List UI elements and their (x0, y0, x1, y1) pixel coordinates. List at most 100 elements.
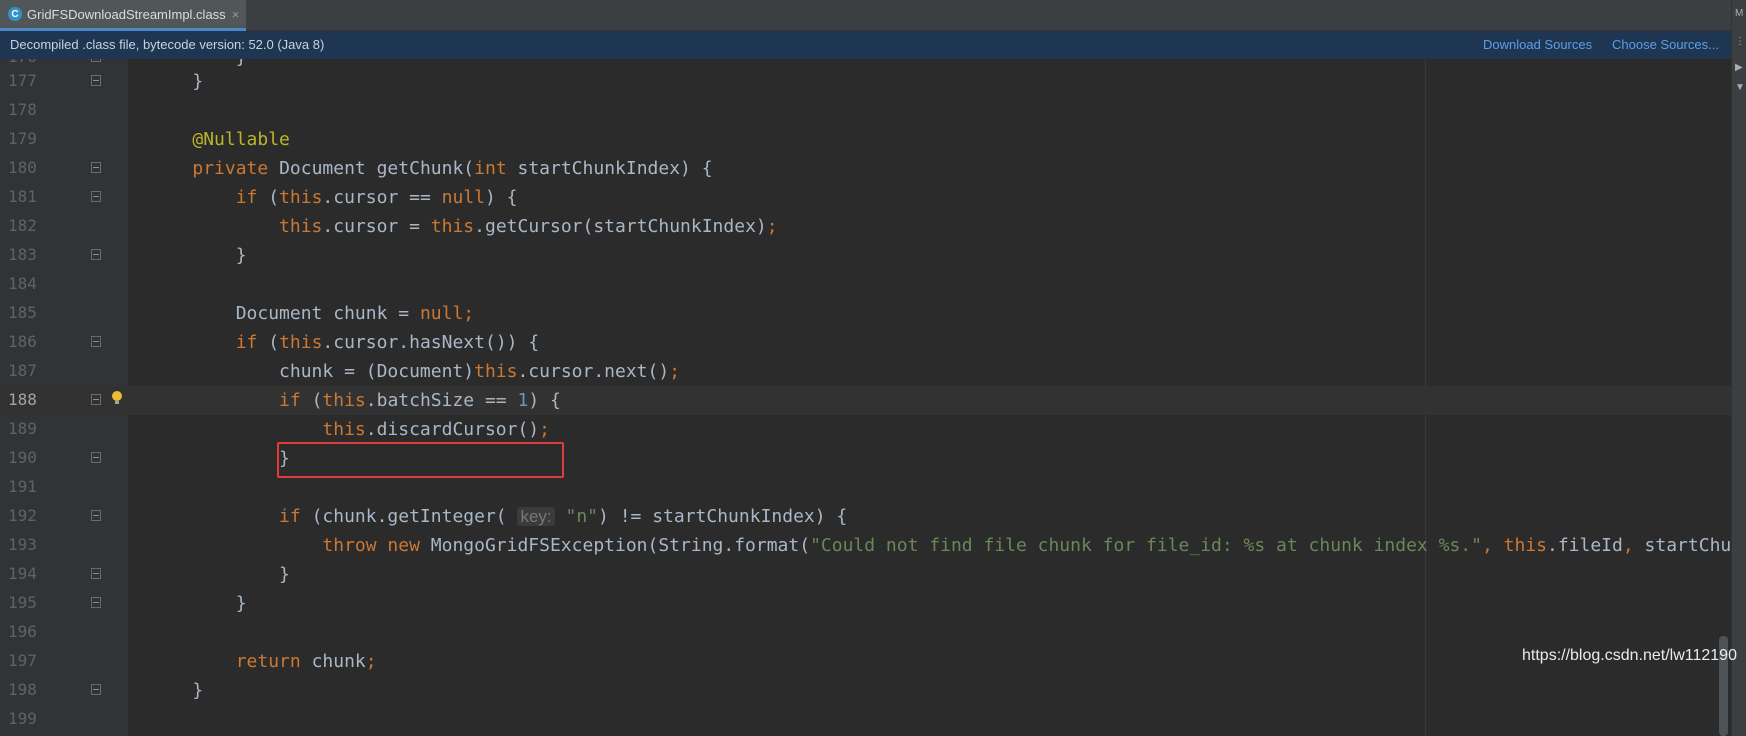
fold-marker-icon[interactable] (91, 684, 101, 695)
code-token: 1 (517, 390, 529, 411)
decompiled-notice-banner: Decompiled .class file, bytecode version… (0, 31, 1746, 59)
download-sources-link[interactable]: Download Sources (1483, 37, 1592, 52)
code-line[interactable]: 186 if (this.cursor.hasNext()) { (0, 328, 1731, 357)
code-text: if (this.batchSize == 1) { (149, 390, 561, 411)
code-token: } (149, 564, 290, 585)
fold-marker-icon[interactable] (91, 394, 101, 405)
code-line[interactable]: 187 chunk = (Document)this.cursor.next()… (0, 357, 1731, 386)
code-line[interactable]: 185 Document chunk = null; (0, 299, 1731, 328)
code-token: .batchSize == (365, 390, 518, 411)
code-line[interactable]: 190 } (0, 444, 1731, 473)
code-editor[interactable]: 176 }177 }178179 @Nullable180 private Do… (0, 59, 1731, 736)
code-token: null (441, 187, 485, 208)
code-line[interactable]: 196 (0, 618, 1731, 647)
code-token: ( (268, 187, 280, 208)
code-line[interactable]: 193 throw new MongoGridFSException(Strin… (0, 531, 1731, 560)
fold-marker-icon[interactable] (91, 191, 101, 202)
code-line[interactable]: 194 } (0, 560, 1731, 589)
line-number: 183 (8, 245, 37, 264)
code-text: this.discardCursor(); (149, 419, 550, 440)
code-token: MongoGridFSException(String.format( (430, 535, 811, 556)
code-text: this.cursor = this.getCursor(startChunkI… (149, 216, 778, 237)
code-token: ) { (528, 390, 561, 411)
code-line[interactable]: 179 @Nullable (0, 125, 1731, 154)
code-token: ( (268, 332, 280, 353)
line-number: 196 (8, 622, 37, 641)
close-icon[interactable]: × (232, 7, 240, 22)
line-number: 179 (8, 129, 37, 148)
code-token: chunk (311, 651, 366, 672)
code-line[interactable]: 188 if (this.batchSize == 1) { (0, 386, 1731, 415)
code-token: this (1503, 535, 1547, 556)
line-number: 195 (8, 593, 37, 612)
code-token: , (1481, 535, 1504, 556)
code-line[interactable]: 183 } (0, 241, 1731, 270)
code-line[interactable]: 192 if (chunk.getInteger( key: "n") != s… (0, 502, 1731, 531)
code-line[interactable]: 199 (0, 705, 1731, 734)
right-tool-strip: M ⋮ ▶ ▼ (1731, 0, 1746, 736)
code-token: chunk = (Document) (149, 361, 475, 382)
code-line[interactable]: 177 } (0, 67, 1731, 96)
code-line[interactable]: 178 (0, 96, 1731, 125)
fold-marker-icon[interactable] (91, 59, 101, 62)
lightbulb-icon[interactable] (112, 391, 122, 404)
code-token: ; (539, 419, 550, 440)
chevron-down-icon[interactable]: ▼ (1735, 82, 1745, 93)
code-token: Document chunk = (149, 303, 420, 324)
code-token: } (149, 680, 204, 701)
code-text: } (149, 593, 247, 614)
fold-marker-icon[interactable] (91, 249, 101, 260)
expand-right-icon[interactable]: ▶ (1735, 62, 1743, 73)
code-line[interactable]: 197 return chunk; (0, 647, 1731, 676)
fold-marker-icon[interactable] (91, 336, 101, 347)
code-token: .cursor = (322, 216, 431, 237)
code-line[interactable]: 198 } (0, 676, 1731, 705)
fold-marker-icon[interactable] (91, 510, 101, 521)
line-number: 192 (8, 506, 37, 525)
fold-marker-icon[interactable] (91, 597, 101, 608)
code-line[interactable]: 181 if (this.cursor == null) { (0, 183, 1731, 212)
code-token: Document getChunk( (279, 158, 475, 179)
code-text: private Document getChunk(int startChunk… (149, 158, 712, 179)
code-line[interactable]: 191 (0, 473, 1731, 502)
line-number: 188 (8, 390, 37, 409)
code-line[interactable]: 195 } (0, 589, 1731, 618)
code-line[interactable]: 180 private Document getChunk(int startC… (0, 154, 1731, 183)
code-token: "Could not find file chunk for file_id: … (810, 535, 1482, 556)
code-text: if (this.cursor == null) { (149, 187, 518, 208)
code-token: this (430, 216, 475, 237)
class-file-icon: C (8, 7, 22, 21)
tab-gridfs-download-stream-impl[interactable]: C GridFSDownloadStreamImpl.class × (0, 0, 246, 31)
code-text: chunk = (Document)this.cursor.next(); (149, 361, 680, 382)
code-token: ) != startChunkIndex) { (598, 506, 848, 527)
right-strip-label[interactable]: M (1735, 8, 1743, 19)
code-token: .fileId (1547, 535, 1623, 556)
fold-marker-icon[interactable] (91, 568, 101, 579)
code-token: throw new (322, 535, 431, 556)
right-strip-more-icon[interactable]: ⋮ (1735, 36, 1745, 47)
code-line[interactable]: 182 this.cursor = this.getCursor(startCh… (0, 212, 1731, 241)
code-line[interactable]: 189 this.discardCursor(); (0, 415, 1731, 444)
code-text: } (149, 680, 203, 701)
code-token: ) { (485, 187, 518, 208)
code-text: if (this.cursor.hasNext()) { (149, 332, 539, 353)
code-token: @Nullable (192, 129, 290, 150)
watermark-text: https://blog.csdn.net/lw112190 (1522, 647, 1737, 664)
line-number: 197 (8, 651, 37, 670)
fold-marker-icon[interactable] (91, 162, 101, 173)
code-token: return (235, 651, 312, 672)
code-token: "n" (565, 506, 599, 527)
fold-marker-icon[interactable] (91, 452, 101, 463)
line-number: 176 (8, 59, 37, 66)
fold-marker-icon[interactable] (91, 75, 101, 86)
code-token: this (279, 332, 323, 353)
code-line[interactable]: 184 (0, 270, 1731, 299)
code-token: private (192, 158, 280, 179)
line-number: 198 (8, 680, 37, 699)
code-text: } (149, 564, 290, 585)
choose-sources-link[interactable]: Choose Sources... (1612, 37, 1719, 52)
code-token: .cursor.next() (517, 361, 670, 382)
